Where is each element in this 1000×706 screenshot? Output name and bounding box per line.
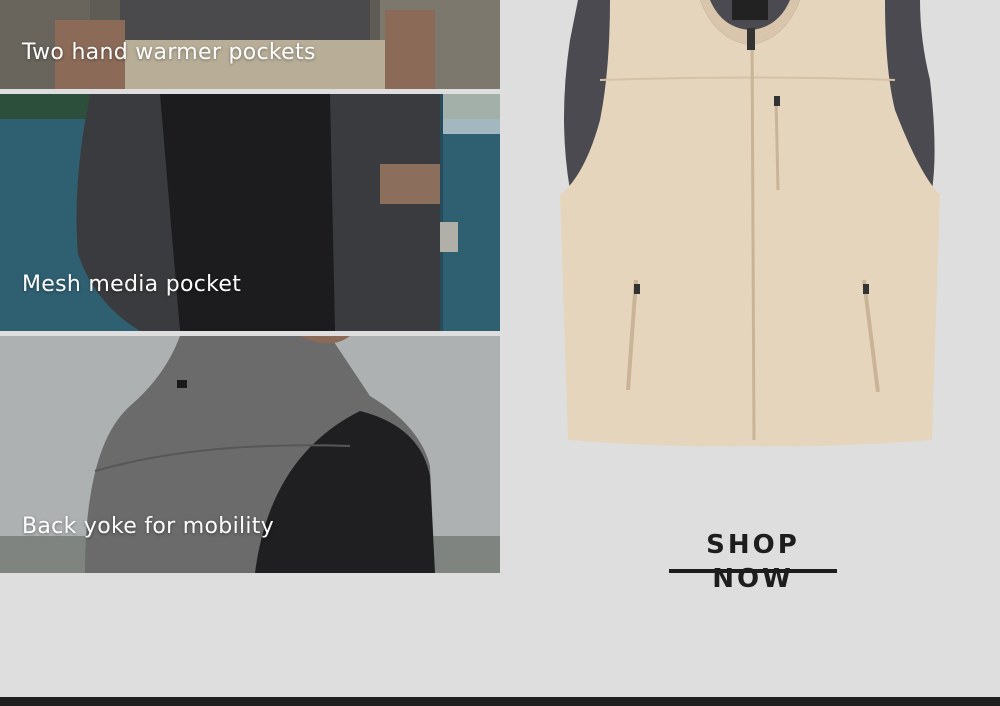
shop-now-button[interactable]: SHOP NOW: [669, 528, 837, 594]
feature-gallery: Two hand warmer pockets Mesh media pocke…: [0, 0, 500, 573]
feature-caption: Two hand warmer pockets: [22, 40, 316, 65]
brand-tag-icon: [732, 0, 768, 20]
feature-tile-media-pocket: Mesh media pocket: [0, 94, 500, 331]
vest-product-image[interactable]: [500, 0, 1000, 470]
feature-tile-back-yoke: Back yoke for mobility: [0, 336, 500, 573]
feature-tile-hand-pockets: Two hand warmer pockets: [0, 0, 500, 89]
feature-caption: Mesh media pocket: [22, 272, 242, 297]
feature-caption: Back yoke for mobility: [22, 514, 275, 539]
footer-strip: [0, 697, 1000, 706]
